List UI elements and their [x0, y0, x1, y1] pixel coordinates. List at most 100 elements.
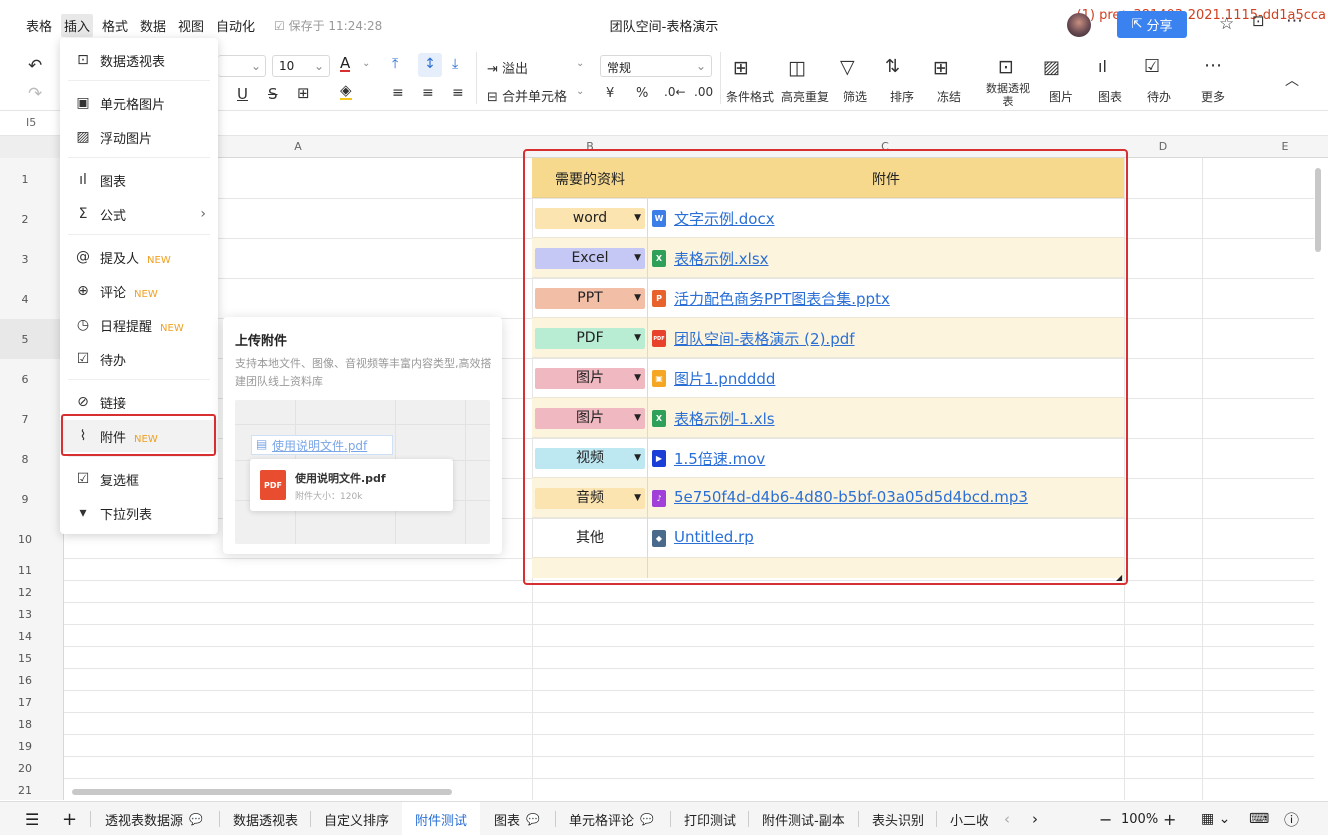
menu-item-cell-image[interactable]: ▣ 单元格图片 — [60, 87, 218, 119]
align-center-icon[interactable]: ≡ — [422, 85, 434, 101]
font-family-select[interactable]: ⌄ — [218, 55, 266, 77]
sheet-tab-active[interactable]: 附件测试 — [402, 802, 480, 836]
row-14[interactable]: 14 — [0, 630, 50, 643]
menu-item-pivot-table[interactable]: ⊡ 数据透视表 — [60, 44, 218, 76]
menu-item-reminder[interactable]: ◷ 日程提醒 NEW — [60, 309, 218, 341]
keyboard-icon[interactable]: ⌨ — [1249, 802, 1269, 836]
menu-format[interactable]: 格式 — [102, 16, 128, 35]
horizontal-scrollbar[interactable] — [72, 789, 452, 795]
row-8[interactable]: 8 — [0, 453, 50, 466]
todo-icon[interactable]: ☑ — [1144, 56, 1160, 77]
row-15[interactable]: 15 — [0, 652, 50, 665]
collapse-toolbar-icon[interactable]: ︿ — [1285, 70, 1299, 90]
conditional-format-icon[interactable]: ⊞ — [733, 57, 749, 79]
pivot-table-icon[interactable]: ⊡ — [998, 56, 1014, 78]
filter-label[interactable]: 筛选 — [843, 88, 867, 105]
fill-color-icon[interactable]: ◈ — [340, 83, 352, 100]
more-label[interactable]: 更多 — [1201, 88, 1225, 105]
column-d[interactable]: D — [1153, 140, 1173, 153]
more-icon[interactable]: ⋯ — [1286, 11, 1303, 31]
row-18[interactable]: 18 — [0, 718, 50, 731]
row-6[interactable]: 6 — [0, 373, 50, 386]
overflow-button[interactable]: ⇥ 溢出 — [487, 58, 528, 77]
freeze-icon[interactable]: ⊞ — [933, 57, 949, 79]
align-top-icon[interactable]: ⤒ — [392, 56, 398, 72]
row-21[interactable]: 21 — [0, 784, 50, 797]
row-11[interactable]: 11 — [0, 564, 50, 577]
image-icon[interactable]: ▨ — [1043, 57, 1060, 78]
menu-item-dropdown[interactable]: ▾ 下拉列表 — [60, 497, 218, 529]
row-1[interactable]: 1 — [0, 173, 50, 186]
row-10[interactable]: 10 — [0, 533, 50, 546]
border-icon[interactable]: ⊞ — [297, 84, 310, 102]
currency-button[interactable]: ¥ — [606, 86, 614, 101]
undo-icon[interactable]: ↶ — [28, 56, 42, 76]
add-sheet-icon[interactable]: + — [62, 802, 77, 836]
menu-item-float-image[interactable]: ▨ 浮动图片 — [60, 121, 218, 153]
row-16[interactable]: 16 — [0, 674, 50, 687]
increase-decimal-icon[interactable]: .00 — [694, 85, 713, 99]
menu-item-comment[interactable]: ⊕ 评论 NEW — [60, 275, 218, 307]
star-icon[interactable]: ☆ — [1219, 14, 1234, 34]
zoom-out-icon[interactable]: − — [1099, 802, 1112, 836]
menu-insert[interactable]: 插入 — [61, 14, 94, 37]
avatar[interactable] — [1067, 13, 1091, 37]
tab-scroll-right-icon[interactable]: › — [1032, 802, 1038, 836]
sort-icon[interactable]: ⇅ — [885, 56, 900, 77]
row-20[interactable]: 20 — [0, 762, 50, 775]
row-4[interactable]: 4 — [0, 293, 50, 306]
merge-cells-button[interactable]: ⊟ 合并单元格 — [487, 86, 567, 105]
menu-item-chart[interactable]: ıl 图表 — [60, 164, 218, 196]
chart-label[interactable]: 图表 — [1098, 88, 1122, 105]
sheet-tab[interactable]: 小二收 — [950, 802, 988, 836]
sheet-tab[interactable]: 自定义排序 — [324, 802, 389, 836]
font-color-icon[interactable]: A — [340, 56, 351, 72]
filter-icon[interactable]: ▽ — [840, 56, 855, 78]
sheet-tab[interactable]: 附件测试-副本 — [762, 802, 845, 836]
chevron-down-icon[interactable]: ⌄ — [576, 86, 584, 97]
row-9[interactable]: 9 — [0, 493, 50, 506]
percent-button[interactable]: % — [636, 86, 648, 101]
menu-item-formula[interactable]: Σ 公式 › — [60, 198, 218, 230]
row-13[interactable]: 13 — [0, 608, 50, 621]
chart-icon[interactable]: ıl — [1098, 57, 1107, 76]
highlight-duplicate-label[interactable]: 高亮重复 — [781, 88, 829, 105]
menu-data[interactable]: 数据 — [140, 16, 166, 35]
menu-view[interactable]: 视图 — [178, 16, 204, 35]
present-icon[interactable]: ⊡ — [1252, 12, 1265, 30]
column-a[interactable]: A — [288, 140, 308, 153]
image-label[interactable]: 图片 — [1049, 88, 1073, 105]
sheet-tab[interactable]: 表头识别 — [872, 802, 924, 836]
view-mode-icon[interactable]: ▦ ⌄ — [1201, 802, 1230, 836]
row-3[interactable]: 3 — [0, 253, 50, 266]
sheet-tab[interactable]: 打印测试 — [684, 802, 736, 836]
row-19[interactable]: 19 — [0, 740, 50, 753]
row-17[interactable]: 17 — [0, 696, 50, 709]
align-middle-icon[interactable]: ↕ — [418, 53, 442, 77]
sheet-tab[interactable]: 透视表数据源 💬 — [105, 802, 203, 836]
row-2[interactable]: 2 — [0, 213, 50, 226]
menu-item-mention[interactable]: @ 提及人 NEW — [60, 241, 218, 273]
menu-table[interactable]: 表格 — [26, 16, 52, 35]
underline-icon[interactable]: U — [237, 85, 248, 103]
tab-scroll-left-icon[interactable]: ‹ — [1004, 802, 1010, 836]
menu-item-todo[interactable]: ☑ 待办 — [60, 343, 218, 375]
sheet-tab[interactable]: 图表 💬 — [494, 802, 540, 836]
align-bottom-icon[interactable]: ⤓ — [452, 56, 458, 72]
select-all-corner[interactable] — [0, 136, 64, 158]
align-left-icon[interactable]: ≡ — [392, 85, 404, 101]
todo-label[interactable]: 待办 — [1147, 88, 1171, 105]
zoom-level[interactable]: 100% — [1121, 802, 1158, 836]
font-size-select[interactable]: 10 ⌄ — [272, 55, 330, 77]
vertical-scrollbar[interactable] — [1315, 168, 1321, 252]
row-7[interactable]: 7 — [0, 413, 50, 426]
redo-icon[interactable]: ↷ — [28, 84, 42, 104]
conditional-format-label[interactable]: 条件格式 — [726, 88, 774, 105]
number-format-select[interactable]: 常规 ⌄ — [600, 55, 712, 77]
more-icon[interactable]: ⋯ — [1204, 55, 1222, 76]
menu-item-checkbox[interactable]: ☑ 复选框 — [60, 463, 218, 495]
zoom-in-icon[interactable]: + — [1163, 802, 1176, 836]
sheet-tab[interactable]: 数据透视表 — [233, 802, 298, 836]
row-12[interactable]: 12 — [0, 586, 50, 599]
help-icon[interactable]: ⓘ — [1284, 802, 1299, 836]
